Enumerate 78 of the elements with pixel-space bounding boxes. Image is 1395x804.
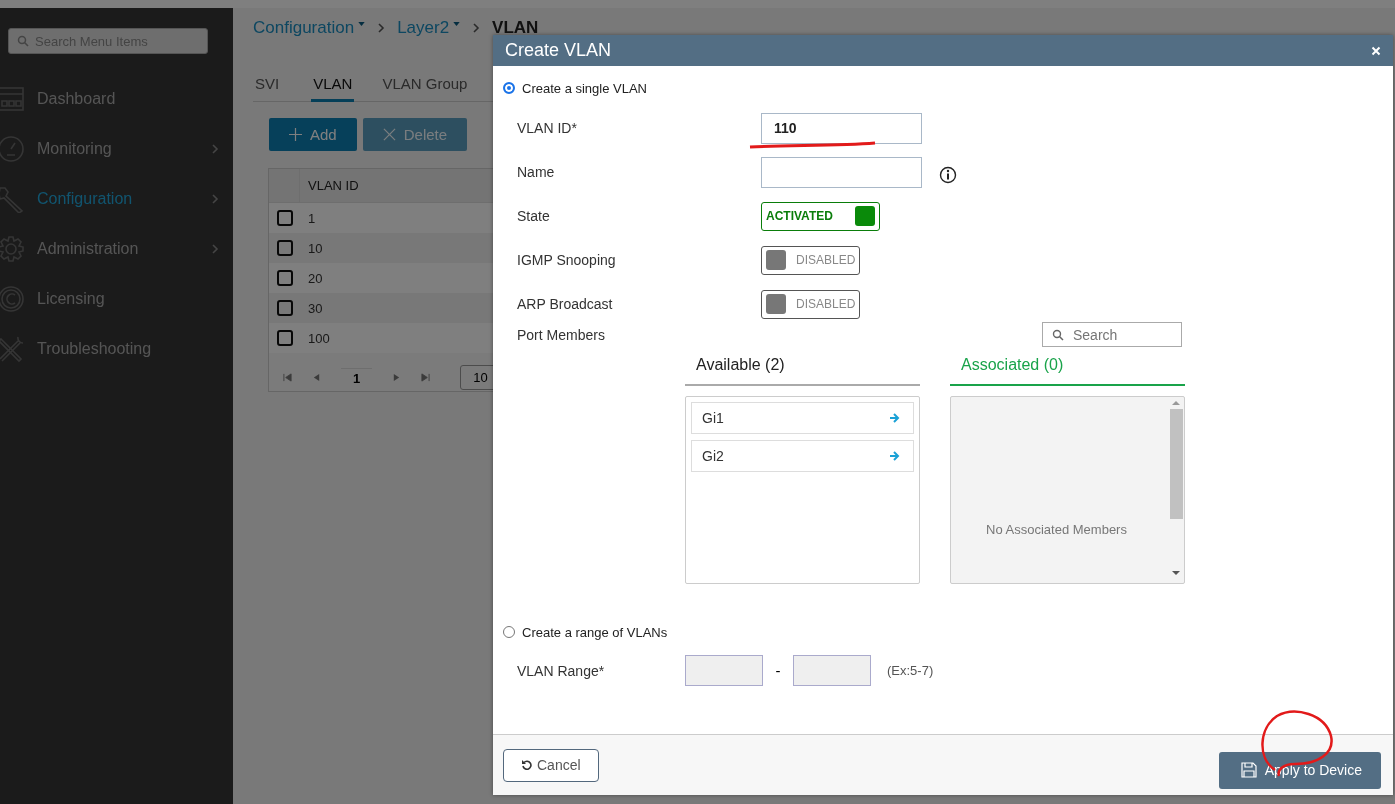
table-cell: 10	[308, 240, 323, 256]
sidebar-item[interactable]: Licensing	[0, 274, 233, 324]
checkbox[interactable]	[277, 240, 293, 256]
chevron-icon	[211, 143, 219, 155]
plus-icon	[289, 128, 302, 141]
last-page-icon[interactable]	[421, 373, 431, 382]
checkbox[interactable]	[277, 300, 293, 316]
caret-icon	[358, 22, 366, 26]
checkbox[interactable]	[277, 330, 293, 346]
radio-button[interactable]	[503, 626, 515, 638]
previous-page-icon[interactable]	[312, 373, 321, 382]
list-item[interactable]: Gi2	[691, 440, 914, 472]
cancel-button[interactable]: Cancel	[503, 748, 599, 782]
sidebar-item[interactable]: Dashboard	[0, 74, 233, 124]
input-field[interactable]: 110	[761, 112, 922, 144]
save-icon	[1240, 762, 1257, 778]
list-item[interactable]: Gi1	[691, 402, 914, 434]
copyright-icon	[0, 285, 26, 313]
table-cell: 20	[308, 270, 323, 286]
wrench-icon	[0, 185, 26, 213]
breadcrumb-link[interactable]: VLAN	[492, 18, 539, 38]
search-icon	[1052, 329, 1064, 341]
tab[interactable]: VLAN	[311, 69, 355, 102]
input-field[interactable]	[761, 156, 922, 188]
tab[interactable]: SVI	[253, 69, 282, 102]
field-label: ARP Broadcast	[517, 296, 614, 312]
toggle-switch[interactable]: DISABLED	[761, 245, 861, 275]
field-label: Name	[517, 164, 556, 180]
info-icon[interactable]	[939, 166, 957, 184]
sidebar-item[interactable]: Monitoring	[0, 124, 233, 174]
radio-button[interactable]	[503, 82, 515, 94]
toggle-switch[interactable]: DISABLED	[761, 289, 861, 319]
hint-text: (Ex:5-7)	[887, 663, 934, 678]
caret-icon	[453, 22, 461, 26]
checkbox[interactable]	[277, 270, 293, 286]
sidebar-item[interactable]: Administration	[0, 224, 233, 274]
range-separator: -	[774, 662, 782, 679]
chevron-icon	[211, 243, 219, 255]
next-page-icon[interactable]	[392, 373, 402, 382]
list-heading: Associated (0)	[950, 356, 1185, 386]
arrow-right-icon[interactable]	[889, 412, 901, 424]
field-label: VLAN Range*	[517, 662, 606, 679]
tools-icon	[0, 335, 26, 363]
column-header: VLAN ID	[308, 178, 359, 193]
chevron-icon	[472, 22, 481, 34]
table-cell: 30	[308, 300, 323, 316]
undo-icon	[521, 759, 533, 771]
toggle-switch[interactable]: ACTIVATED	[761, 201, 880, 231]
gauge-icon	[0, 135, 26, 163]
radio-label: Create a range of VLANs	[522, 624, 668, 640]
search-icon	[17, 35, 29, 47]
checkbox[interactable]	[277, 210, 293, 226]
list-heading: Available (2)	[685, 356, 920, 386]
table-cell: 100	[308, 330, 330, 346]
gear-icon	[0, 235, 26, 263]
close-icon	[382, 128, 396, 141]
search-field[interactable]: Search	[1042, 322, 1182, 347]
field-label: IGMP Snooping	[517, 252, 617, 268]
arrow-right-icon[interactable]	[889, 450, 901, 462]
dialog-title: Create VLAN	[505, 40, 612, 61]
first-page-icon[interactable]	[283, 373, 292, 382]
field-label: State	[517, 208, 551, 224]
page-number[interactable]: 1	[341, 367, 373, 388]
close-icon[interactable]	[1371, 45, 1381, 56]
radio-label: Create a single VLAN	[522, 80, 647, 96]
breadcrumb-link[interactable]: Configuration	[253, 18, 366, 38]
field-label: Port Members	[517, 326, 605, 343]
table-cell: 1	[308, 210, 316, 226]
chevron-icon	[377, 22, 386, 34]
breadcrumb-link[interactable]: Layer2	[397, 18, 461, 38]
empty-message: No Associated Members	[985, 522, 1128, 537]
tab[interactable]: VLAN Group	[380, 69, 470, 102]
dashboard-icon	[0, 85, 26, 113]
sidebar-item[interactable]: Configuration	[0, 174, 233, 224]
field-label: VLAN ID*	[517, 120, 578, 136]
add-button[interactable]: Add	[269, 118, 357, 151]
sidebar-item[interactable]: Troubleshooting	[0, 324, 233, 374]
chevron-icon	[211, 193, 219, 205]
